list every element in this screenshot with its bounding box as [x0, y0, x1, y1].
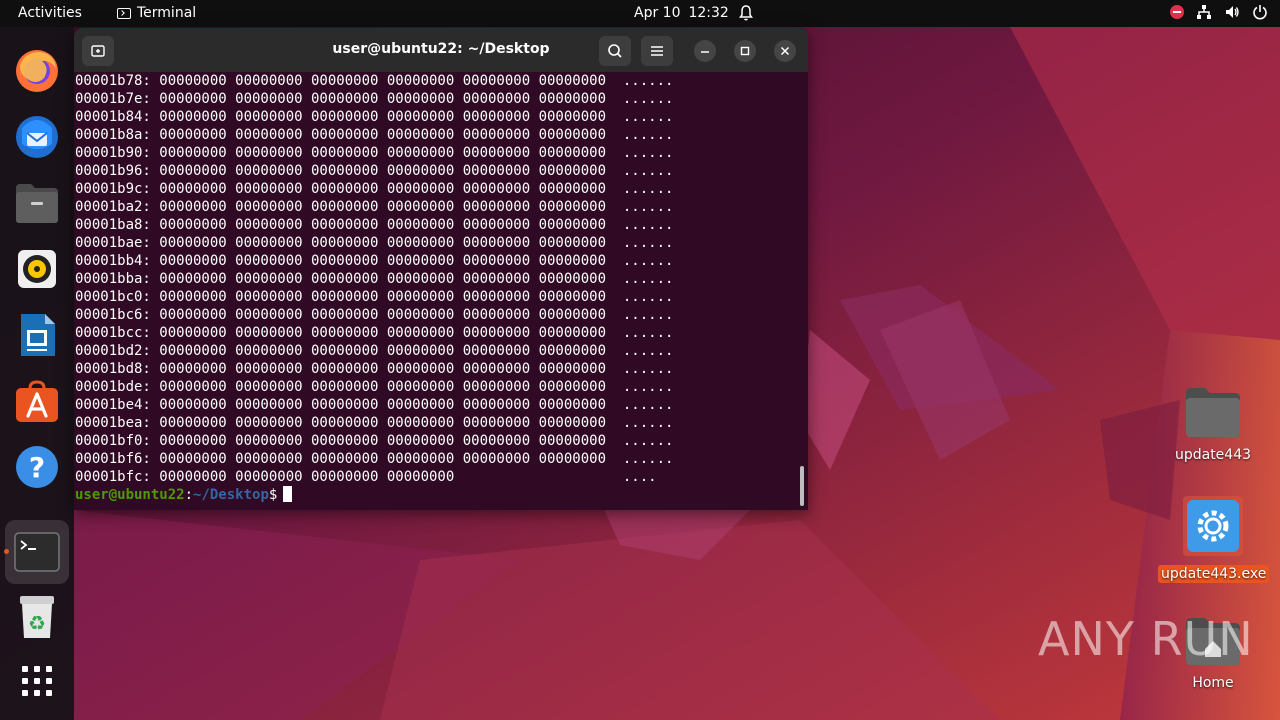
do-not-disturb-icon[interactable]: [1170, 5, 1184, 19]
output-line: 00001bba: 00000000 00000000 00000000 000…: [75, 271, 674, 287]
minimize-icon: [701, 51, 709, 53]
volume-icon[interactable]: [1224, 4, 1240, 20]
top-bar: Activities Terminal Apr 10 12:32: [0, 0, 1280, 27]
system-tray[interactable]: [1170, 4, 1268, 20]
terminal-small-icon: [117, 7, 131, 19]
text-cursor: [283, 486, 293, 502]
desktop-item-label: update443.exe: [1158, 565, 1270, 583]
app-menu[interactable]: Terminal: [117, 5, 196, 21]
desktop-item-label: update443: [1174, 447, 1252, 463]
trash-icon[interactable]: ♻: [13, 593, 61, 641]
prompt-line[interactable]: user@ubuntu22:~/Desktop$: [74, 486, 808, 504]
output-line: 00001b7e: 00000000 00000000 00000000 000…: [75, 91, 674, 107]
desktop-item-update443-exe[interactable]: update443.exe: [1158, 495, 1270, 583]
minimize-button[interactable]: [694, 40, 716, 62]
watermark-text: ANY RUN: [1038, 612, 1254, 666]
output-line: 00001bc0: 00000000 00000000 00000000 000…: [75, 289, 674, 305]
app-menu-label: Terminal: [137, 5, 197, 21]
output-line: 00001bae: 00000000 00000000 00000000 000…: [75, 235, 674, 251]
search-icon: [608, 44, 622, 58]
terminal-window[interactable]: user@ubuntu22: ~/Desktop 00001b78: 00000…: [74, 28, 808, 510]
output-line: 00001b84: 00000000 00000000 00000000 000…: [75, 109, 674, 125]
folder-icon: [1186, 388, 1240, 437]
output-line: 00001bf6: 00000000 00000000 00000000 000…: [75, 451, 674, 467]
output-line: 00001b8a: 00000000 00000000 00000000 000…: [75, 127, 674, 143]
clock[interactable]: Apr 10 12:32: [634, 5, 729, 21]
maximize-icon: [740, 46, 750, 56]
output-line: 00001b9c: 00000000 00000000 00000000 000…: [75, 181, 674, 197]
output-line: 00001b78: 00000000 00000000 00000000 000…: [75, 73, 674, 89]
clock-date: Apr 10: [634, 5, 681, 21]
maximize-button[interactable]: [734, 40, 756, 62]
output-line: 00001bd8: 00000000 00000000 00000000 000…: [75, 361, 674, 377]
close-button[interactable]: [774, 40, 796, 62]
close-icon: [780, 46, 790, 56]
help-icon[interactable]: ?: [13, 443, 61, 491]
exe-icon: [1183, 496, 1243, 556]
rhythmbox-icon[interactable]: [13, 245, 61, 293]
network-icon[interactable]: [1196, 4, 1212, 20]
terminal-icon[interactable]: [5, 520, 69, 584]
output-line: 00001be4: 00000000 00000000 00000000 000…: [75, 397, 674, 413]
firefox-icon[interactable]: [13, 47, 61, 95]
scrollbar-thumb[interactable]: [800, 466, 804, 506]
output-line: 00001bc6: 00000000 00000000 00000000 000…: [75, 307, 674, 323]
prompt-user: user@ubuntu22: [75, 487, 185, 503]
files-icon[interactable]: [13, 179, 61, 227]
svg-text:♻: ♻: [28, 611, 46, 635]
output-line: 00001bfc: 00000000 00000000 00000000 000…: [75, 469, 657, 485]
output-line: 00001b90: 00000000 00000000 00000000 000…: [75, 145, 674, 161]
prompt-path: ~/Desktop: [193, 487, 269, 503]
hamburger-icon: [651, 46, 663, 56]
output-line: 00001b96: 00000000 00000000 00000000 000…: [75, 163, 674, 179]
clock-time: 12:32: [688, 5, 729, 21]
terminal-titlebar[interactable]: user@ubuntu22: ~/Desktop: [74, 28, 808, 72]
anyrun-watermark: ANY RUN: [1038, 612, 1254, 666]
notification-bell-icon[interactable]: [738, 4, 754, 22]
dock: ? ♻: [0, 27, 74, 720]
show-apps-icon[interactable]: [13, 657, 61, 705]
svg-text:?: ?: [29, 451, 45, 484]
output-line: 00001bde: 00000000 00000000 00000000 000…: [75, 379, 674, 395]
thunderbird-icon[interactable]: [13, 113, 61, 161]
prompt-separator: :: [184, 487, 194, 503]
app-center-icon[interactable]: [13, 377, 61, 425]
output-line: 00001ba2: 00000000 00000000 00000000 000…: [75, 199, 674, 215]
output-line: 00001bb4: 00000000 00000000 00000000 000…: [75, 253, 674, 269]
output-line: 00001bea: 00000000 00000000 00000000 000…: [75, 415, 674, 431]
output-line: 00001ba8: 00000000 00000000 00000000 000…: [75, 217, 674, 233]
running-indicator: [4, 549, 9, 554]
output-line: 00001bcc: 00000000 00000000 00000000 000…: [75, 325, 674, 341]
desktop-item-label: Home: [1192, 675, 1234, 691]
output-line: 00001bf0: 00000000 00000000 00000000 000…: [75, 433, 674, 449]
output-line: 00001bd2: 00000000 00000000 00000000 000…: [75, 343, 674, 359]
libreoffice-writer-icon[interactable]: [13, 311, 61, 359]
terminal-output[interactable]: 00001b78: 00000000 00000000 00000000 000…: [74, 72, 808, 510]
power-icon[interactable]: [1252, 4, 1268, 20]
activities-button[interactable]: Activities: [18, 5, 82, 21]
search-button[interactable]: [599, 36, 631, 66]
menu-button[interactable]: [641, 36, 673, 66]
desktop-item-update443-folder[interactable]: update443: [1158, 385, 1268, 463]
prompt-symbol: $: [268, 487, 278, 503]
